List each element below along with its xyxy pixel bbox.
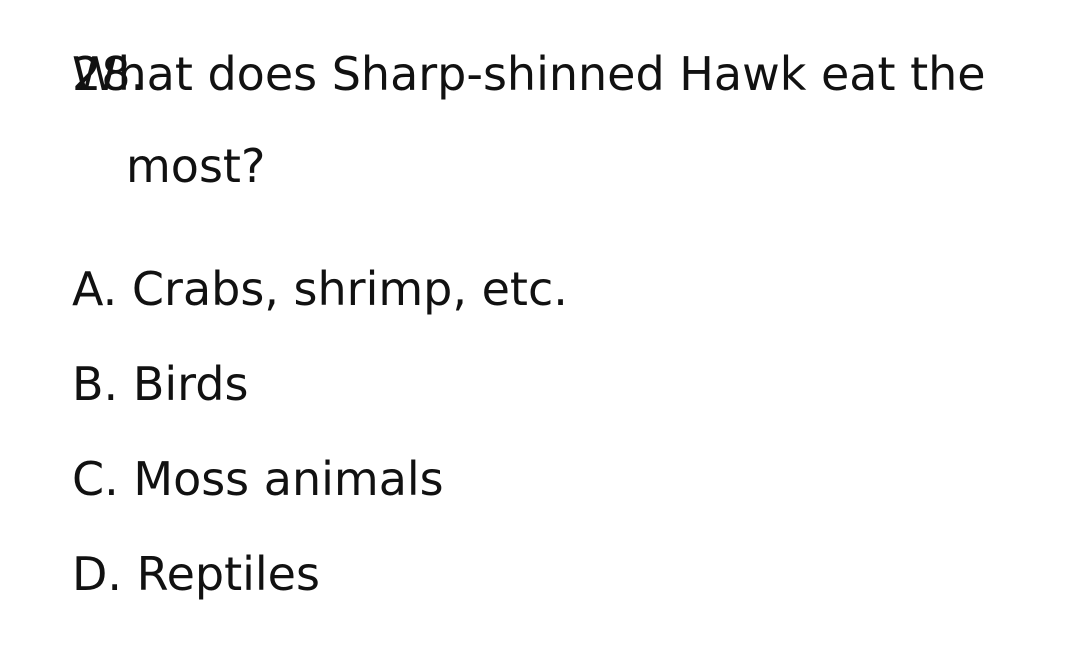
option-letter: B. bbox=[72, 357, 119, 411]
option-a: A. Crabs, shrimp, etc. bbox=[72, 242, 568, 337]
option-text: Birds bbox=[132, 357, 249, 411]
answer-options: A. Crabs, shrimp, etc. B. Birds C. Moss … bbox=[72, 242, 568, 622]
option-letter: C. bbox=[72, 452, 119, 506]
option-text: Reptiles bbox=[136, 547, 320, 601]
question-text: What does Sharp-shinned Hawk eat the mos… bbox=[72, 47, 986, 193]
option-text: Crabs, shrimp, etc. bbox=[131, 262, 568, 316]
option-b: B. Birds bbox=[72, 337, 568, 432]
option-text: Moss animals bbox=[133, 452, 444, 506]
option-letter: D. bbox=[72, 547, 123, 601]
option-c: C. Moss animals bbox=[72, 432, 568, 527]
option-letter: A. bbox=[72, 262, 118, 316]
option-d: D. Reptiles bbox=[72, 527, 568, 622]
